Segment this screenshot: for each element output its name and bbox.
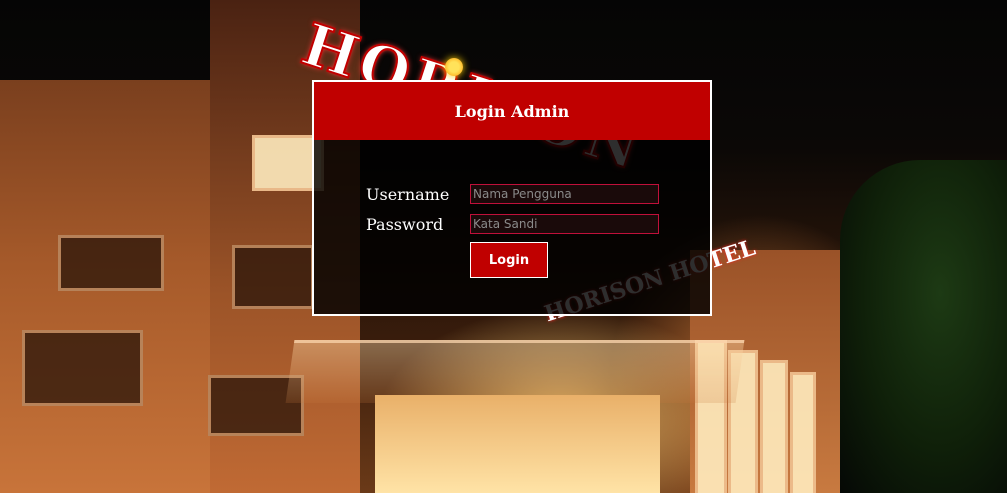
- window: [790, 372, 816, 493]
- password-row: Password: [366, 214, 659, 234]
- login-button[interactable]: Login: [470, 242, 548, 278]
- entrance-lobby: [375, 395, 660, 493]
- window: [760, 360, 788, 493]
- window: [232, 245, 314, 309]
- password-input[interactable]: [470, 214, 659, 234]
- username-label: Username: [366, 184, 450, 204]
- window: [22, 330, 143, 406]
- password-label: Password: [366, 214, 444, 234]
- entrance-canopy: [285, 340, 745, 403]
- login-panel: Login Admin Username Password Login: [312, 80, 712, 316]
- username-input[interactable]: [470, 184, 659, 204]
- login-header: Login Admin: [314, 82, 710, 140]
- login-title: Login Admin: [454, 101, 570, 121]
- username-row: Username: [366, 184, 659, 204]
- window: [58, 235, 164, 291]
- sign-dot-icon: [445, 58, 463, 76]
- tree: [840, 160, 1007, 493]
